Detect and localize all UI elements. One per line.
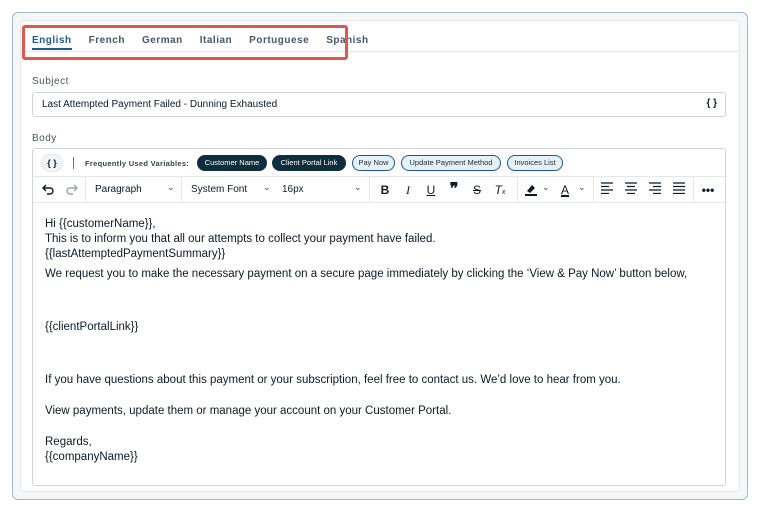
align-center-icon[interactable] [623, 182, 639, 198]
body-label: Body [32, 133, 57, 144]
chip-update-payment-method[interactable]: Update Payment Method [401, 155, 501, 171]
paragraph-select[interactable]: Paragraph [95, 183, 142, 197]
italic-icon[interactable]: I [400, 182, 416, 198]
content-line: This is to inform you that all our attem… [45, 233, 436, 245]
align-left-icon[interactable] [599, 182, 615, 198]
chevron-down-icon[interactable]: ⌄ [354, 182, 362, 193]
chevron-down-icon[interactable]: ⌄ [542, 182, 550, 193]
chip-invoices-list[interactable]: Invoices List [507, 155, 563, 171]
subject-field[interactable]: Last Attempted Payment Failed - Dunning … [32, 92, 726, 117]
strikethrough-icon[interactable]: S [469, 182, 485, 198]
content-line: {{clientPortalLink}} [45, 321, 139, 333]
subject-value[interactable]: Last Attempted Payment Failed - Dunning … [42, 99, 277, 110]
chip-customer-name[interactable]: Customer Name [197, 155, 267, 171]
text-color-icon[interactable]: A [557, 182, 573, 198]
content-line: Regards, [45, 436, 92, 448]
blockquote-icon[interactable]: ❞ [446, 182, 462, 198]
toolbar-divider [593, 177, 594, 203]
font-select[interactable]: System Font [191, 183, 247, 197]
highlight-color-icon[interactable] [523, 182, 539, 198]
content-line: We request you to make the necessary pay… [45, 268, 688, 280]
toolbar-divider [181, 177, 182, 203]
variables-separator [73, 157, 74, 169]
chevron-down-icon[interactable]: ⌄ [578, 182, 586, 193]
subject-variables-button[interactable]: { } [706, 98, 717, 109]
content-line: {{companyName}} [45, 451, 138, 463]
insert-variable-button[interactable]: { } [41, 154, 63, 172]
align-right-icon[interactable] [647, 182, 663, 198]
variables-bar: { } Frequently Used Variables: Customer … [33, 149, 725, 177]
chip-pay-now[interactable]: Pay Now [352, 155, 395, 171]
chevron-down-icon[interactable]: ⌄ [263, 182, 271, 193]
align-justify-icon[interactable] [671, 182, 687, 198]
toolbar-divider [693, 177, 694, 203]
font-size-select[interactable]: 16px [282, 183, 304, 197]
bold-icon[interactable]: B [377, 182, 393, 198]
toolbar-divider [517, 177, 518, 203]
clear-formatting-icon[interactable]: Tx [492, 182, 508, 198]
tabs-highlight-outline [22, 25, 348, 60]
frequently-used-variables-label: Frequently Used Variables: [85, 159, 190, 168]
underline-icon[interactable]: U [423, 182, 439, 198]
formatting-toolbar: Paragraph ⌄ System Font ⌄ 16px ⌄ B I U ❞… [33, 177, 725, 203]
content-line: Hi {{customerName}}, [45, 218, 156, 230]
chip-client-portal-link[interactable]: Client Portal Link [272, 155, 346, 171]
chevron-down-icon[interactable]: ⌄ [167, 182, 175, 193]
body-editor: { } Frequently Used Variables: Customer … [32, 148, 726, 486]
content-line: If you have questions about this payment… [45, 374, 621, 386]
content-line: View payments, update them or manage you… [45, 405, 452, 417]
body-content[interactable]: Hi {{customerName}}, This is to inform y… [45, 217, 715, 465]
toolbar-divider [369, 177, 370, 203]
more-options-icon[interactable]: ••• [699, 182, 717, 198]
toolbar-divider [85, 177, 86, 203]
redo-icon[interactable] [63, 182, 81, 198]
undo-icon[interactable] [39, 182, 57, 198]
content-line: {{lastAttemptedPaymentSummary}} [45, 248, 226, 260]
subject-label: Subject [32, 76, 69, 87]
